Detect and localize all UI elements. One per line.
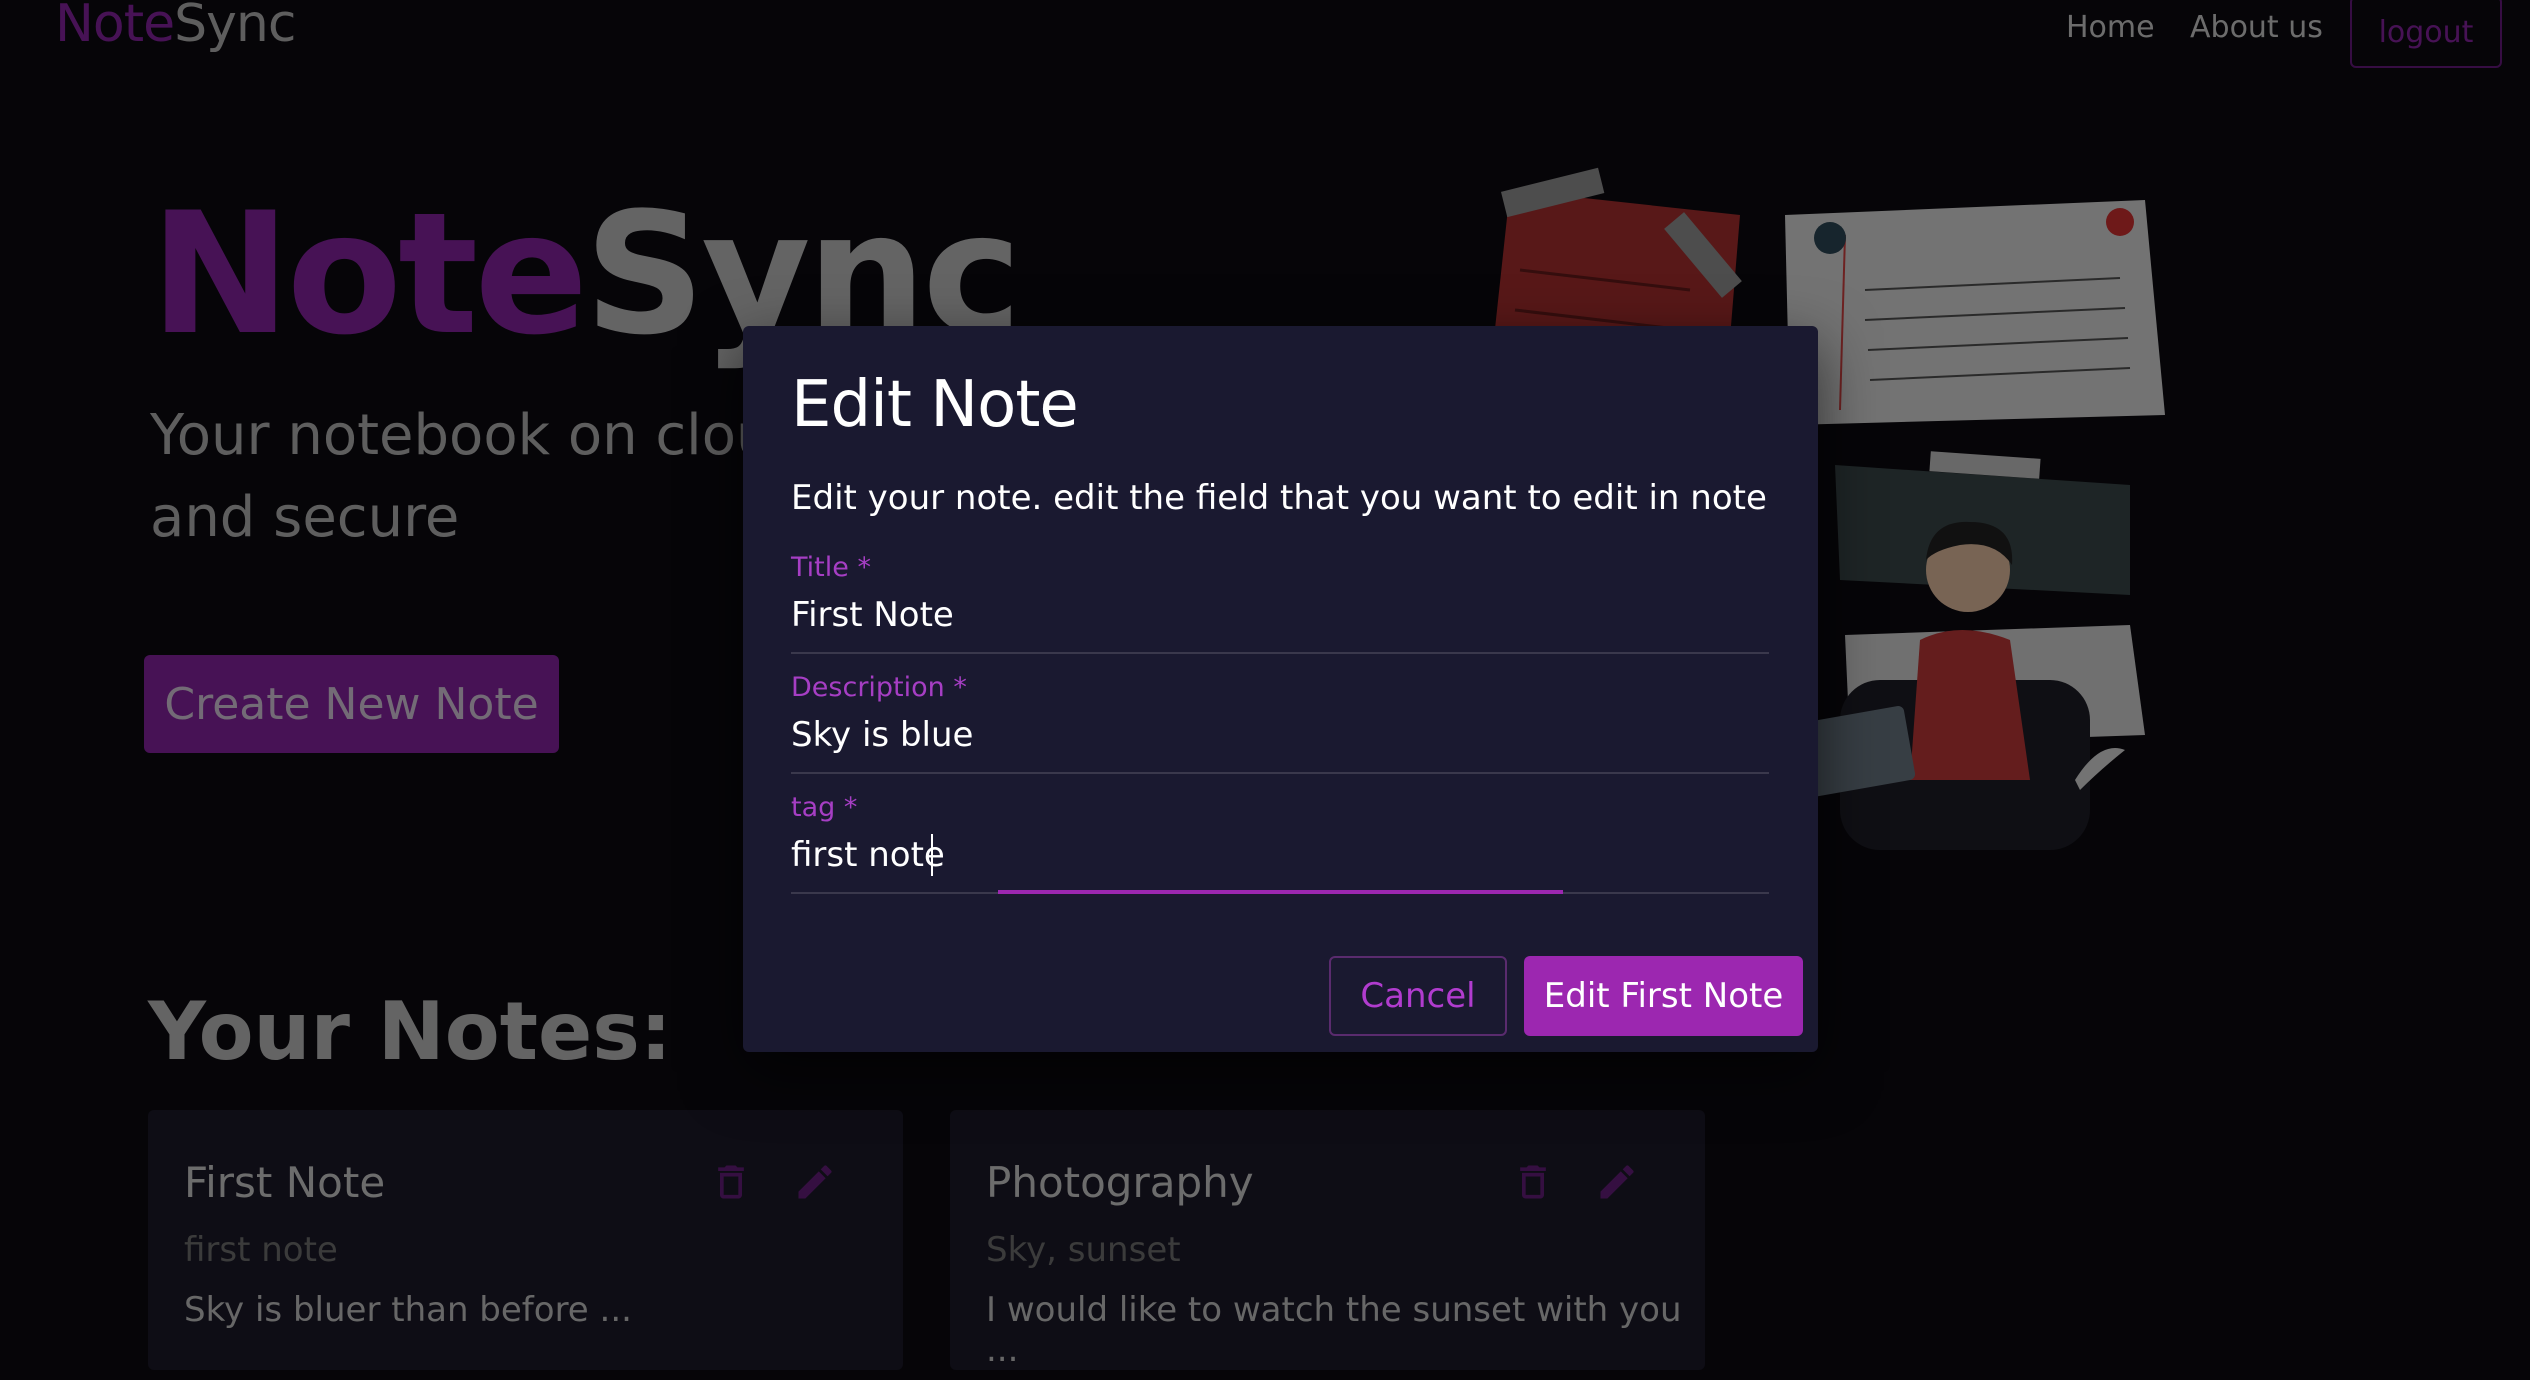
tag-field: tag * xyxy=(791,792,1769,902)
dialog-title: Edit Note xyxy=(791,368,1079,442)
cancel-button[interactable]: Cancel xyxy=(1329,956,1507,1036)
tag-field-label: tag * xyxy=(791,792,858,823)
edit-note-dialog: Edit Note Edit your note. edit the field… xyxy=(743,326,1818,1052)
dialog-description: Edit your note. edit the field that you … xyxy=(791,478,1767,518)
title-field-underline xyxy=(791,652,1769,654)
edit-note-submit-button[interactable]: Edit First Note xyxy=(1524,956,1803,1036)
title-field-label: Title * xyxy=(791,552,871,583)
title-input[interactable] xyxy=(791,590,1769,640)
title-field: Title * xyxy=(791,552,1769,662)
text-caret xyxy=(931,834,933,876)
description-field-label: Description * xyxy=(791,672,967,703)
tag-input[interactable] xyxy=(791,830,1769,880)
description-field-underline xyxy=(791,772,1769,774)
description-field: Description * xyxy=(791,672,1769,782)
description-input[interactable] xyxy=(791,710,1769,760)
tag-field-focus-underline xyxy=(998,890,1563,894)
